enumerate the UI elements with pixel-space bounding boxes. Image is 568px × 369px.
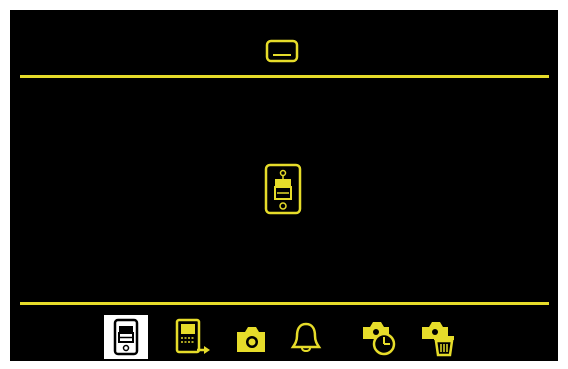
bell-icon bbox=[290, 322, 322, 352]
device-screen bbox=[10, 10, 558, 361]
device-export-icon bbox=[175, 318, 210, 354]
photo-timer-icon bbox=[363, 322, 396, 356]
toolbar-item-device-export[interactable] bbox=[170, 315, 214, 359]
toolbar-item-phone-connect[interactable] bbox=[104, 315, 148, 359]
subtitle-icon bbox=[262, 37, 302, 65]
toolbar-item-photo-timer[interactable] bbox=[358, 315, 402, 359]
bottom-toolbar bbox=[104, 312, 464, 360]
toolbar-item-bell[interactable] bbox=[284, 315, 328, 359]
toolbar-item-camera[interactable] bbox=[229, 315, 273, 359]
phone-connect-icon bbox=[113, 318, 139, 356]
photo-delete-icon bbox=[422, 322, 454, 357]
camera-icon bbox=[237, 327, 265, 352]
phone-connect-icon bbox=[262, 162, 304, 216]
header-divider bbox=[20, 75, 549, 78]
toolbar-item-photo-delete[interactable] bbox=[416, 315, 460, 359]
toolbar-divider bbox=[20, 302, 549, 305]
